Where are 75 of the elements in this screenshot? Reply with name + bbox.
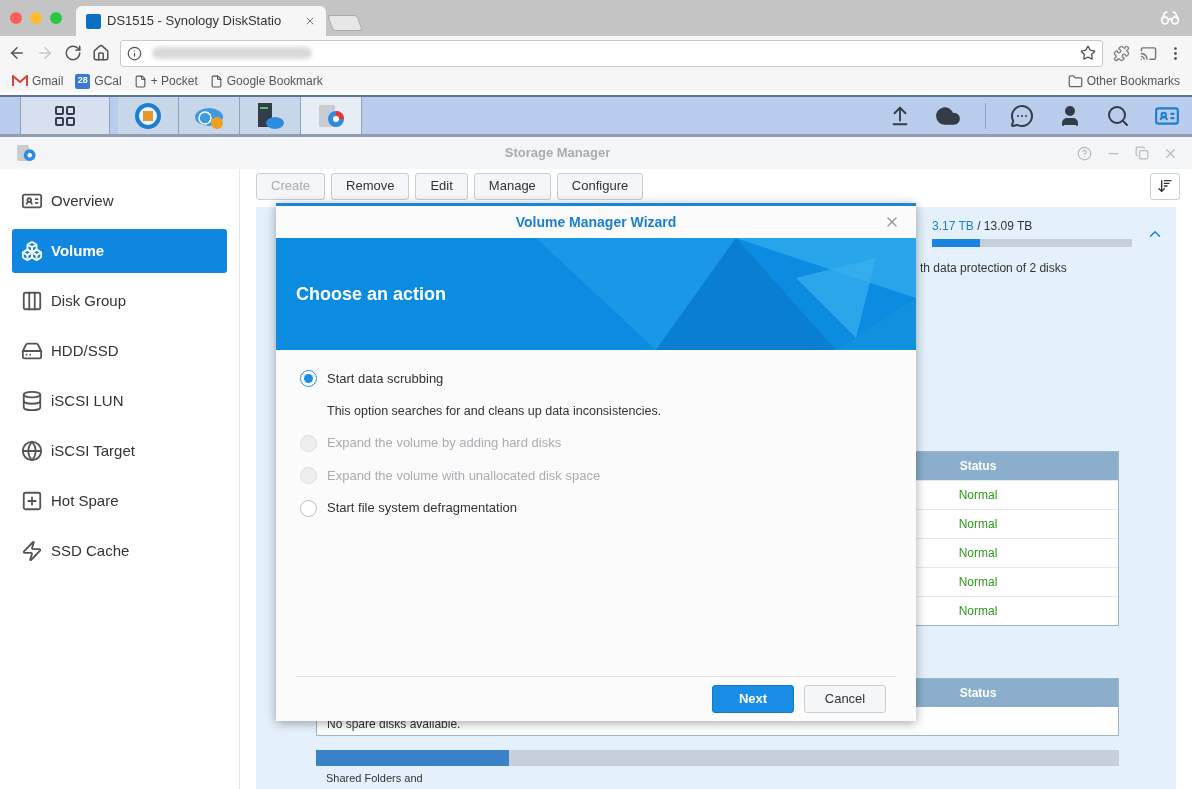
column-header: Status <box>958 458 998 475</box>
search-icon[interactable] <box>1106 103 1130 128</box>
globe-icon <box>21 440 43 462</box>
sidebar-item[interactable]: HDD/SSD <box>12 329 227 373</box>
radio-option[interactable]: Start file system defragmentation <box>300 498 916 518</box>
package-icon <box>133 100 163 131</box>
incognito-icon <box>1160 8 1180 28</box>
sidebar-item[interactable]: Disk Group <box>12 279 227 323</box>
tab-title: DS1515 - Synology DiskStatio <box>107 12 283 31</box>
grid-icon <box>53 103 77 128</box>
column-header: Status <box>958 685 998 702</box>
volume-description: th data protection of 2 disks <box>919 260 1068 277</box>
volume-usage: 3.17 TB / 13.09 TB <box>932 218 1034 235</box>
info-icon <box>127 45 142 61</box>
cancel-button[interactable]: Cancel <box>804 685 886 713</box>
folder-icon <box>1067 73 1083 89</box>
bookmark-link[interactable]: Google Bookmark <box>226 72 323 90</box>
chat-icon[interactable] <box>1010 103 1034 128</box>
sort-button[interactable] <box>1150 172 1180 200</box>
radio-option[interactable]: Start data scrubbing <box>300 369 916 389</box>
back-icon[interactable] <box>8 44 26 62</box>
window-title: Storage Manager <box>503 144 612 163</box>
star-icon[interactable] <box>1080 45 1096 61</box>
database-icon <box>21 390 43 412</box>
home-icon[interactable] <box>92 44 110 62</box>
toolbar-button[interactable]: Edit <box>415 172 468 200</box>
bookmark-link[interactable]: Gmail <box>32 72 64 90</box>
new-tab-button[interactable] <box>327 15 363 31</box>
app-button[interactable] <box>118 97 179 134</box>
sidebar-item[interactable]: Volume <box>12 229 227 273</box>
dsm-logo-icon <box>86 13 101 29</box>
toolbar-button[interactable]: Configure <box>556 172 644 200</box>
mail-icon <box>12 75 28 87</box>
status-cell-text: Normal <box>957 516 999 533</box>
radio-button[interactable] <box>300 370 317 388</box>
calendar-icon: 28 <box>75 73 91 89</box>
server-cloud-icon <box>255 100 285 131</box>
option-description: This option searches for and cleans up data inconsistencies. <box>326 402 663 420</box>
main-menu-button[interactable] <box>20 97 110 134</box>
status-cell-text: Normal <box>957 574 999 591</box>
reload-icon[interactable] <box>64 44 82 62</box>
bookmark-link[interactable]: GCal <box>94 72 122 90</box>
status-cell-text: Normal <box>957 487 999 504</box>
lightning-icon <box>21 540 43 562</box>
status-cell-text: Normal <box>957 603 999 620</box>
page-icon <box>133 74 147 88</box>
address-field[interactable] <box>120 39 1103 67</box>
close-icon[interactable] <box>304 15 316 27</box>
radio-button[interactable] <box>300 499 317 517</box>
status-cell-text: Normal <box>957 545 999 562</box>
cast-icon[interactable] <box>1140 44 1157 62</box>
shared-folders-label: Shared Folders and <box>326 771 424 786</box>
bookmark-link[interactable]: + Pocket <box>150 72 198 90</box>
sidebar-item[interactable]: SSD Cache <box>12 529 227 573</box>
dialog-heading: Choose an action <box>296 282 447 306</box>
browser-tab[interactable]: DS1515 - Synology DiskStatio <box>76 6 326 36</box>
storage-app-icon <box>14 142 38 164</box>
app-button[interactable] <box>240 97 301 134</box>
hard-drive-icon <box>21 340 43 362</box>
restore-icon[interactable] <box>1135 145 1149 160</box>
sidebar-item[interactable]: Overview <box>12 179 227 223</box>
sort-icon <box>1157 178 1173 194</box>
cubes-icon <box>21 240 43 262</box>
page-icon <box>209 74 223 88</box>
help-icon[interactable] <box>1077 145 1092 161</box>
columns-icon <box>21 290 43 312</box>
sidebar-item[interactable]: iSCSI Target <box>12 429 227 473</box>
extension-icon[interactable] <box>1113 44 1130 62</box>
sidebar-item[interactable]: iSCSI LUN <box>12 379 227 423</box>
bookmark-link[interactable]: Other Bookmarks <box>1086 72 1180 90</box>
dialog-title: Volume Manager Wizard <box>515 212 677 232</box>
toolbar-button[interactable]: Manage <box>473 172 551 200</box>
sidebar-item[interactable]: Hot Spare <box>12 479 227 523</box>
toolbar-button[interactable]: Remove <box>331 172 410 200</box>
plus-square-icon <box>21 490 43 512</box>
